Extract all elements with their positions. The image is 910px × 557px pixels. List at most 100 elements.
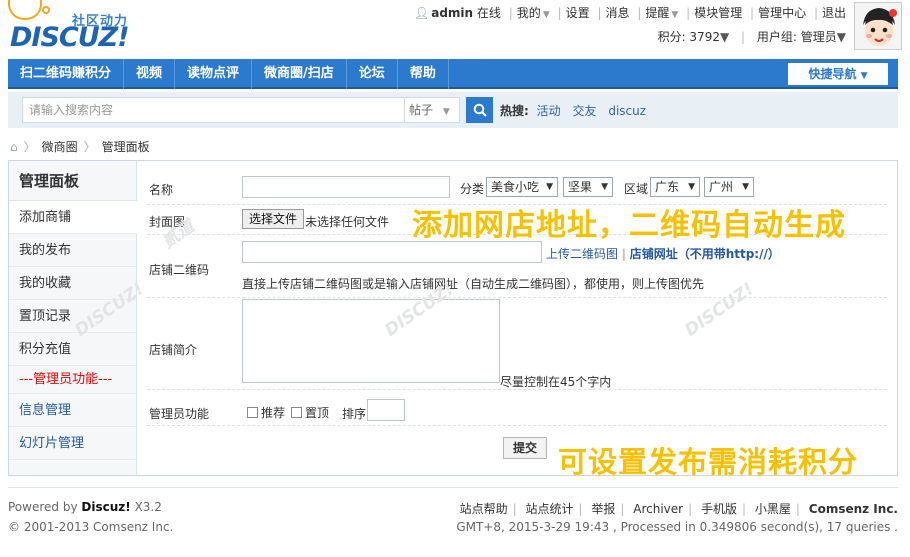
intro-textarea[interactable] [242, 299, 500, 383]
footer-link-blackroom[interactable]: 小黑屋 [755, 502, 791, 516]
chevron-down-icon: ▼ [442, 107, 450, 117]
footer-divider [8, 487, 898, 488]
search-type-label: 帖子 [409, 103, 434, 117]
nav-item-scan-qr[interactable]: 扫二维码赚积分 [8, 59, 125, 89]
chevron-down-icon[interactable]: ▼ [543, 10, 550, 20]
intro-label: 店铺简介 [149, 343, 198, 357]
sidebar-item-my-favorites[interactable]: 我的收藏 [9, 267, 136, 300]
region-select-2[interactable]: 广州 ▼ [704, 177, 754, 197]
footer-links: 站点帮助 | 站点统计 | 举报 | Archiver | 手机版 | 小黑屋 | Coms… [459, 502, 898, 516]
nav-item-help[interactable]: 帮助 [398, 59, 449, 89]
sidebar-item-slide-manage[interactable]: 幻灯片管理 [9, 427, 136, 460]
hot-tag[interactable]: 活动 [537, 104, 561, 118]
company-text: Comsenz Inc. [808, 502, 898, 516]
recommend-option[interactable]: 推荐 [247, 404, 285, 421]
shop-url-input[interactable] [242, 241, 542, 263]
category-select-1[interactable]: 美食小吃 ▼ [486, 177, 558, 197]
hot-tag[interactable]: discuz [608, 104, 646, 118]
sticky-checkbox[interactable] [291, 407, 302, 418]
menu-admin-center[interactable]: 管理中心 [758, 6, 806, 20]
category-label: 分类 [460, 182, 485, 196]
sidebar-item-info-manage[interactable]: 信息管理 [9, 394, 136, 427]
hot-tag[interactable]: 交友 [572, 104, 596, 118]
site-logo[interactable]: 社区动力 DISCUZ! [8, 0, 138, 54]
chevron-down-icon[interactable]: ▼ [837, 30, 846, 44]
region-1-value: 广东 [655, 180, 680, 194]
sidebar-item-add-shop[interactable]: 添加商铺 [9, 201, 137, 234]
user-menu: 👤︎ admin 在线 | 我的 ▼ | 设置 | 消息 | 提醒 ▼ | 模块管理 | 管理中心… [413, 6, 846, 20]
divider [147, 389, 887, 390]
recommend-checkbox[interactable] [247, 407, 258, 418]
nav-item-reviews[interactable]: 读物点评 [175, 59, 253, 89]
menu-settings[interactable]: 设置 [566, 6, 590, 20]
category-1-value: 美食小吃 [491, 180, 540, 194]
sidebar: 管理面板 添加商铺 我的发布 我的收藏 置顶记录 积分充值 ---管理员功能--… [9, 161, 137, 475]
nav-item-weishang[interactable]: 微商圈/扫店 [252, 59, 347, 89]
footer-link-mobile[interactable]: 手机版 [701, 502, 737, 516]
recommend-label: 推荐 [261, 406, 286, 420]
footer-link-stats[interactable]: 站点统计 [525, 502, 573, 516]
nav-item-video[interactable]: 视频 [124, 59, 176, 89]
name-input[interactable] [242, 176, 450, 198]
search-input[interactable]: 请输入搜索内容 [22, 97, 405, 123]
main-nav: 扫二维码赚积分 视频 读物点评 微商圈/扫店 论坛 帮助 快捷导航 ▼ [8, 59, 898, 89]
header: 社区动力 DISCUZ! 👤︎ admin 在线 | 我的 ▼ | 设置 | 消息 | 提醒… [0, 0, 910, 56]
divider [147, 425, 887, 426]
chevron-down-icon: ▼ [860, 71, 868, 81]
usergroup-link[interactable]: 用户组: 管理员 [757, 30, 837, 44]
search-icon [473, 103, 487, 117]
sort-input[interactable] [367, 399, 405, 421]
menu-messages[interactable]: 消息 [606, 6, 630, 20]
chevron-down-icon: ▼ [601, 182, 608, 192]
footer-powered: Powered by Discuz! X3.2 [8, 500, 162, 514]
quick-nav-button[interactable]: 快捷导航 ▼ [788, 63, 888, 85]
admin-label: 管理员功能 [149, 407, 210, 421]
username-link[interactable]: admin [431, 6, 473, 20]
sticky-option[interactable]: 置顶 [291, 404, 329, 421]
menu-module-admin[interactable]: 模块管理 [694, 6, 742, 20]
avatar-cartoon-icon [855, 3, 901, 49]
footer-link-help[interactable]: 站点帮助 [460, 502, 508, 516]
divider [147, 297, 887, 298]
sidebar-item-recharge[interactable]: 积分充值 [9, 333, 136, 366]
points-link[interactable]: 积分: 3792 [658, 30, 720, 44]
footer-link-report[interactable]: 举报 [591, 502, 615, 516]
search-button[interactable] [466, 97, 493, 123]
upload-qr-link[interactable]: 上传二维码图 [546, 247, 618, 261]
nav-item-forum[interactable]: 论坛 [347, 59, 398, 89]
menu-my[interactable]: 我的 [517, 6, 541, 20]
menu-notices[interactable]: 提醒 [645, 6, 669, 20]
search-type-select[interactable]: 帖子 ▼ [405, 97, 460, 123]
breadcrumb: ⌂ 〉微商圈〉管理面板 [10, 140, 150, 154]
sidebar-item-sticky-records[interactable]: 置顶记录 [9, 300, 136, 333]
name-label: 名称 [149, 183, 174, 197]
footer-link-archiver[interactable]: Archiver [633, 502, 683, 516]
hot-search: 热搜: 活动 交友 discuz [500, 102, 654, 119]
discuz-link[interactable]: Discuz! [81, 500, 130, 514]
region-label: 区域 [624, 182, 649, 196]
sort-label: 排序 [342, 407, 367, 421]
sidebar-item-my-posts[interactable]: 我的发布 [9, 234, 136, 267]
home-icon[interactable]: ⌂ [10, 140, 18, 154]
chevron-down-icon[interactable]: ▼ [671, 10, 678, 20]
breadcrumb-item[interactable]: 微商圈 [42, 140, 78, 154]
shop-url-link[interactable]: 店铺网址（不用带http://） [630, 247, 780, 261]
qr-actions: 上传二维码图 | 店铺网址（不用带http://） [546, 247, 780, 261]
avatar[interactable] [854, 2, 902, 50]
region-select-1[interactable]: 广东 ▼ [650, 177, 700, 197]
menu-logout[interactable]: 退出 [822, 6, 846, 20]
qr-label: 店铺二维码 [149, 263, 210, 277]
promo-top-text: 添加网店地址，二维码自动生成 [412, 208, 846, 243]
footer-link-company[interactable]: Comsenz Inc. [809, 502, 898, 516]
sidebar-admin-header: ---管理员功能--- [9, 366, 136, 394]
chevron-down-icon[interactable]: ▼ [720, 30, 729, 44]
choose-file-button[interactable]: 选择文件 [242, 209, 305, 229]
sticky-label: 置顶 [305, 406, 330, 420]
user-info: 积分: 3792▼ | 用户组: 管理员▼ [657, 30, 846, 44]
search-bar: 请输入搜索内容 帖子 ▼ 热搜: 活动 交友 discuz [8, 92, 898, 128]
breadcrumb-item: 管理面板 [101, 140, 150, 154]
category-select-2[interactable]: 坚果 ▼ [563, 177, 613, 197]
chevron-down-icon: ▼ [688, 182, 695, 192]
footer-copyright: © 2001-2013 Comsenz Inc. [8, 520, 174, 534]
submit-button[interactable]: 提交 [503, 437, 547, 459]
